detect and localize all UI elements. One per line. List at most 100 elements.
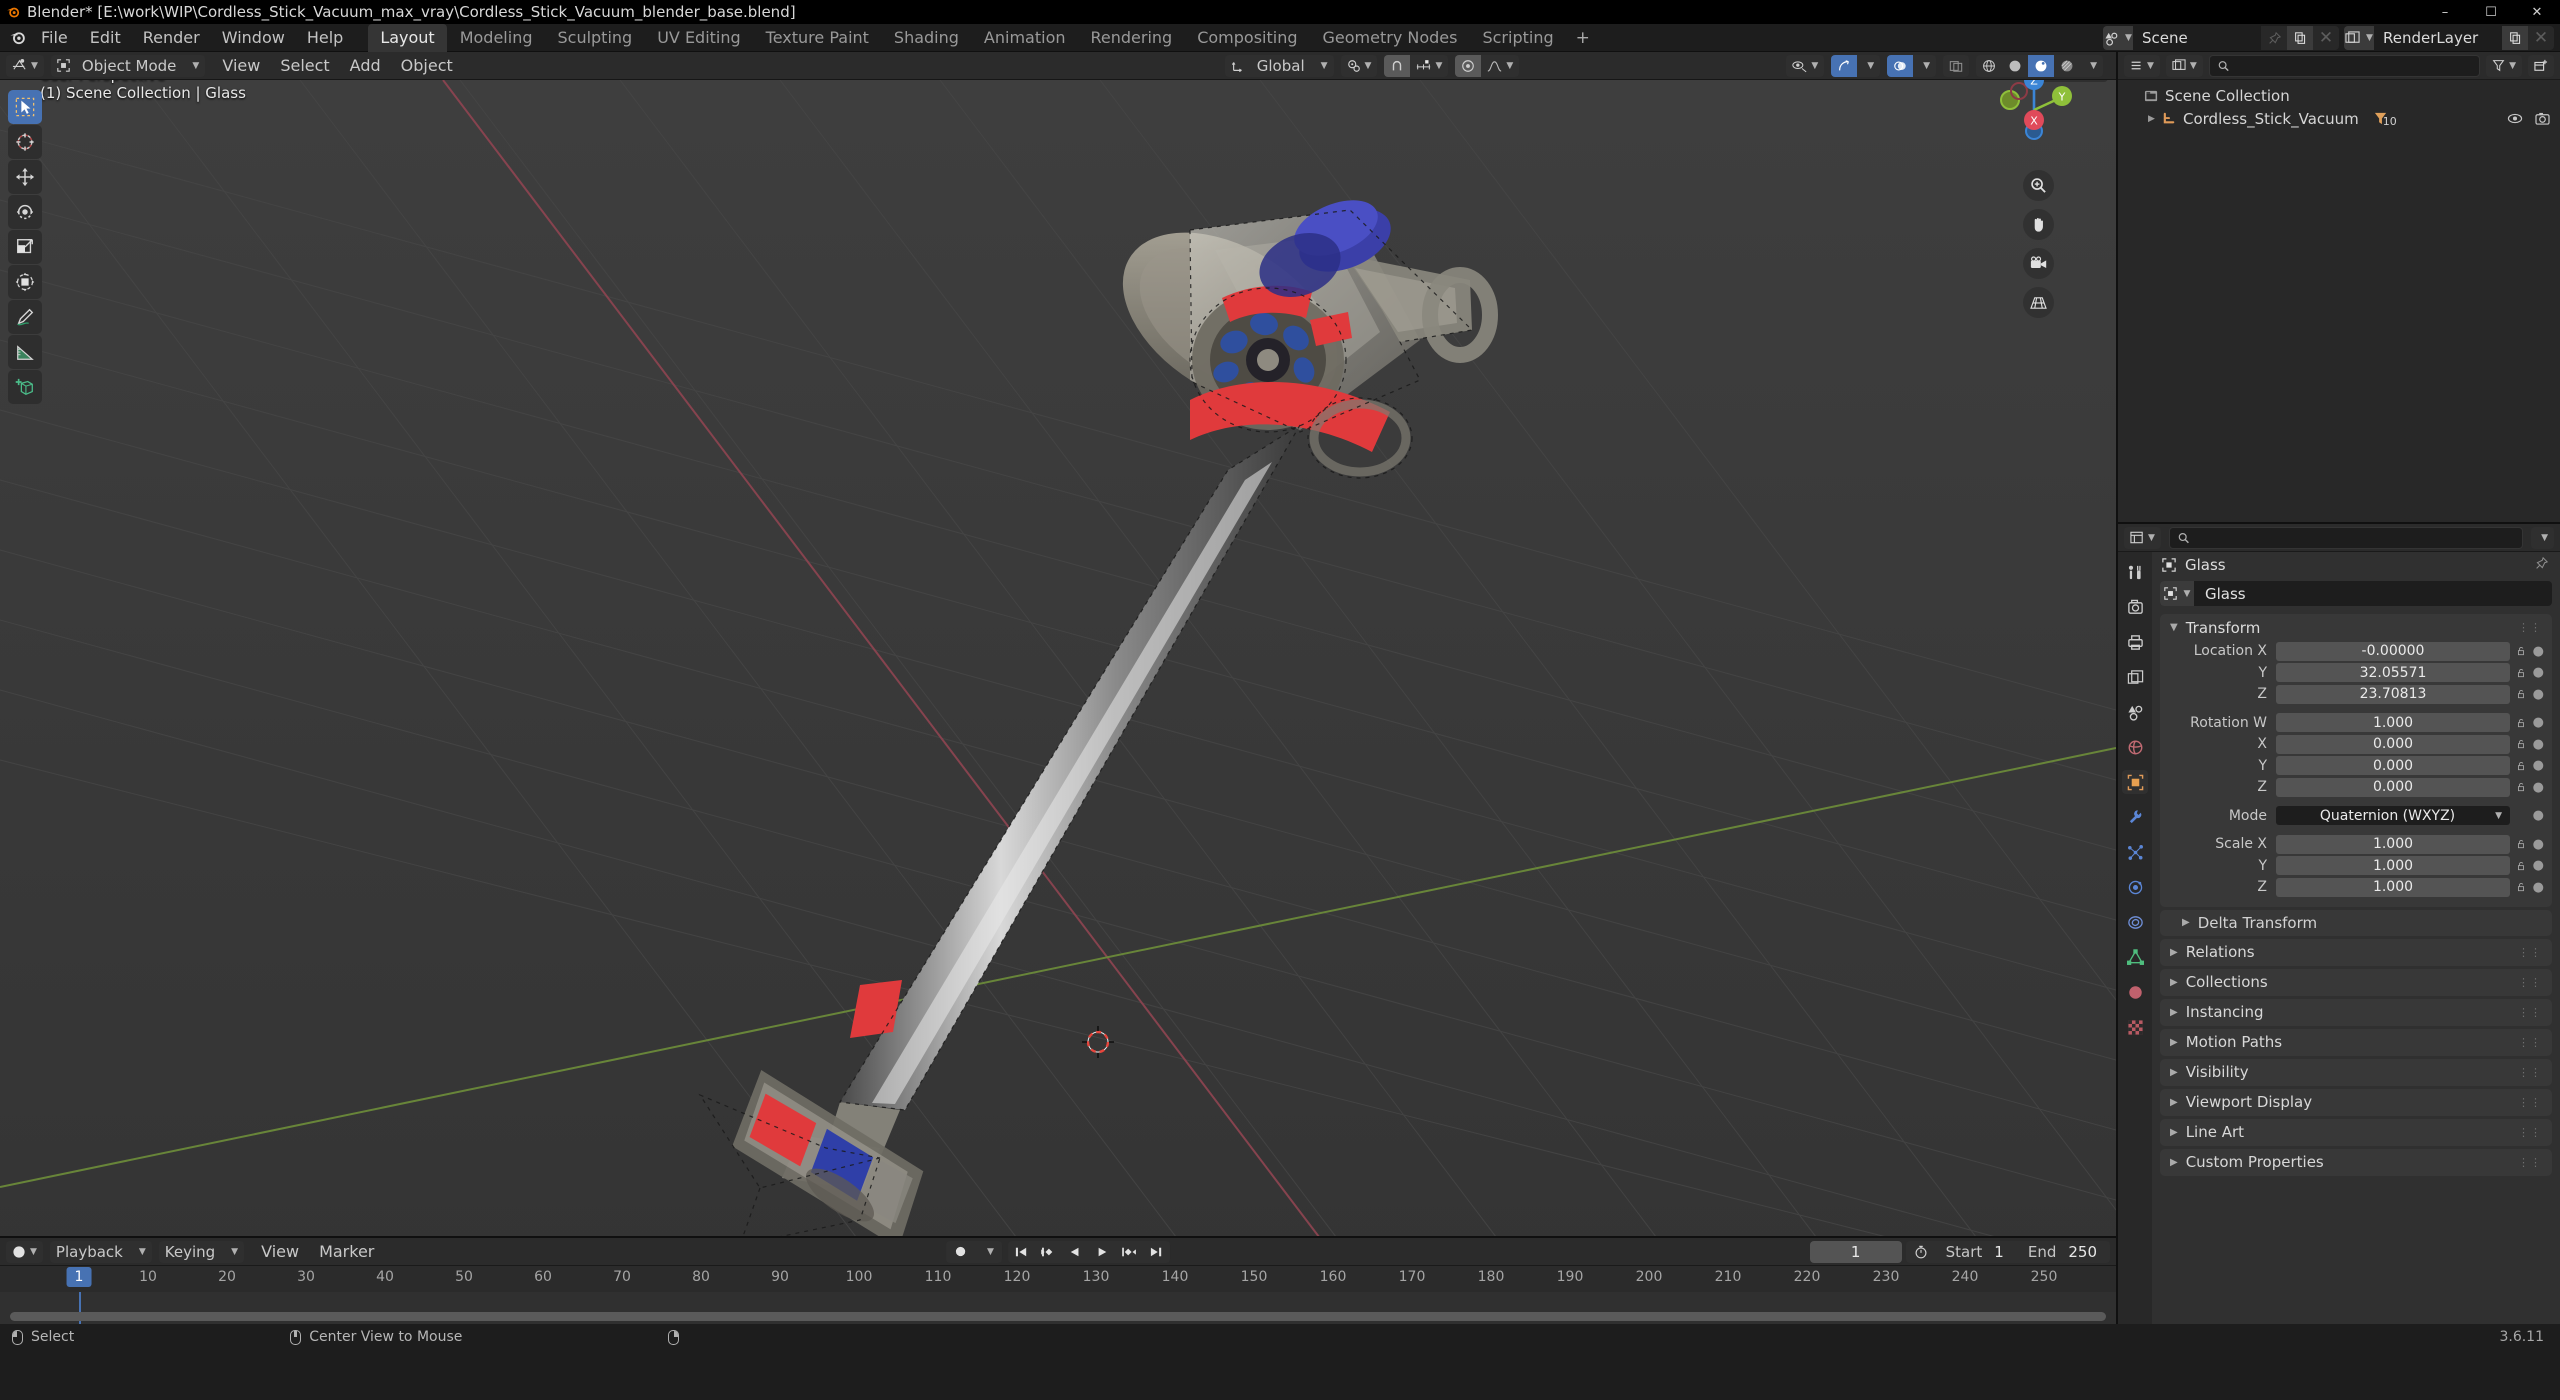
toggle-xray-icon[interactable] [1943,55,1969,77]
transform-orientation-selector[interactable]: Global ▼ [1224,54,1334,77]
animate-property-dot-icon[interactable]: ● [2533,737,2544,752]
object-name-value[interactable]: Glass [2194,585,2246,603]
scale-tool[interactable] [8,230,42,264]
chevron-down-icon[interactable]: ▼ [2170,622,2178,633]
instancing-panel[interactable]: ▶ Instancing ⋮⋮ [2160,998,2552,1026]
pin-scene-icon[interactable] [2261,26,2287,50]
rotation-w-value[interactable]: 1.000 [2276,713,2510,732]
unlock-icon[interactable] [2517,760,2526,772]
unlock-icon[interactable] [2517,738,2526,750]
shading-wireframe-icon[interactable] [1976,55,2002,77]
properties-editor[interactable]: ▼ ▼ Glass ▼ Glass ▼ Transform ⋮⋮ Locatio… [2118,524,2560,1324]
scale-x-value[interactable]: 1.000 [2276,834,2510,854]
viewport-menu-view[interactable]: View [212,53,270,78]
scale-z-row[interactable]: Z 1.000 ● [2168,877,2544,897]
workspace-tab-sculpting[interactable]: Sculpting [545,24,644,52]
workspace-tab-modeling[interactable]: Modeling [448,24,545,52]
remove-scene-button[interactable]: ✕ [2313,26,2339,50]
properties-options-chevron-down-icon[interactable]: ▼ [2531,526,2554,549]
shading-solid-icon[interactable] [2002,55,2028,77]
orientation-chevron-down-icon[interactable]: ▼ [1311,55,1334,77]
proportional-edit-icon[interactable] [1455,54,1482,77]
overlays-group[interactable]: ▼ [1887,54,1937,77]
scale-y-row[interactable]: Y 1.000 ● [2168,856,2544,876]
location-y-row[interactable]: Y 32.05571 ● [2168,663,2544,683]
view-layer-selector[interactable]: ▼ RenderLayer ✕ [2344,26,2554,50]
workspace-tab-texture-paint[interactable]: Texture Paint [754,24,881,52]
move-tool[interactable] [8,160,42,194]
disable-in-renders-icon[interactable] [2535,112,2550,125]
frame-range-group[interactable]: Start 1 End 250 [1905,1240,2110,1263]
minimize-button[interactable]: – [2422,0,2468,24]
close-button[interactable]: ✕ [2514,0,2560,24]
material-tab[interactable] [2122,980,2148,1004]
pivot-icon[interactable]: ▼ [1341,55,1378,77]
view-layer-name[interactable]: RenderLayer [2374,26,2502,50]
blender-menu-icon[interactable] [4,27,30,49]
end-frame-value[interactable]: 250 [2056,1243,2110,1261]
timeline-current-frame-indicator[interactable]: 1 [66,1267,92,1288]
pin-id-icon[interactable] [2535,556,2549,574]
properties-search-box[interactable] [2168,526,2524,549]
snap-magnet-icon[interactable] [1384,54,1411,77]
hide-in-viewport-icon[interactable] [2507,112,2523,125]
zoom-icon[interactable] [2023,170,2054,201]
outliner-editor[interactable]: ▼ ▼ ▼ Scene Collection ▶ Cordless_Stick_… [2118,52,2560,522]
add-workspace-button[interactable]: + [1567,24,1599,52]
auto-keying-chevron-down-icon[interactable]: ▼ [975,1241,1002,1263]
gizmo-group[interactable]: ▼ [1831,54,1881,77]
outliner-filter-group[interactable]: ▼ [2486,54,2522,77]
workspace-tab-animation[interactable]: Animation [972,24,1078,52]
delta-transform-panel[interactable]: ▶ Delta Transform [2160,909,2552,936]
playback-menu[interactable]: Playback ▼ [49,1240,152,1263]
workspace-tab-geometry-nodes[interactable]: Geometry Nodes [1311,24,1470,52]
outliner-search-input[interactable] [2235,57,2472,74]
rotation-mode-row[interactable]: Mode Quaternion (WXYZ) ▼ ● [2168,806,2544,826]
xray-toggle[interactable] [1943,54,1970,77]
falloff-curve-icon[interactable]: ▼ [1481,55,1519,77]
location-x-value[interactable]: -0.00000 [2276,641,2510,661]
viewport-canvas[interactable] [0,80,2116,1237]
gizmo-chevron-down-icon[interactable]: ▼ [1857,55,1880,77]
play-reverse-button[interactable] [1062,1241,1089,1263]
outliner-editor-icon[interactable]: ▼ [2124,55,2160,77]
shading-mode-group[interactable]: ▼ [1976,54,2103,77]
editor-type-icon[interactable]: ▼ [6,55,44,77]
render-tab[interactable] [2122,595,2148,619]
keying-label[interactable]: Keying [159,1241,221,1263]
jump-to-next-keyframe-button[interactable] [1116,1241,1143,1263]
timeline-body[interactable] [0,1292,2116,1324]
menu-edit[interactable]: Edit [79,25,132,50]
chevron-right-icon[interactable]: ▶ [2170,1037,2178,1048]
world-tab[interactable] [2122,735,2148,759]
overlays-chevron-down-icon[interactable]: ▼ [1913,55,1936,77]
unlock-icon[interactable] [2517,688,2526,700]
auto-keying-group[interactable]: ▼ [946,1240,1002,1263]
shading-material-preview-icon[interactable] [2028,54,2055,77]
new-view-layer-button[interactable] [2502,26,2528,50]
mesh-data-badge[interactable]: 10 [2373,111,2397,128]
chevron-right-icon[interactable]: ▶ [2170,1067,2178,1078]
unlock-icon[interactable] [2517,881,2526,893]
transform-tool[interactable] [8,265,42,299]
timeline-horizontal-scrollbar[interactable] [10,1312,2106,1321]
particles-tab[interactable] [2122,840,2148,864]
location-z-value[interactable]: 23.70813 [2276,684,2510,704]
new-collection-button[interactable] [2528,54,2554,77]
properties-content[interactable]: Glass ▼ Glass ▼ Transform ⋮⋮ Location X … [2152,552,2560,1324]
viewport-menu-object[interactable]: Object [391,53,463,78]
chevron-right-icon[interactable]: ▶ [2170,977,2178,988]
rotation-mode-dropdown[interactable]: Quaternion (WXYZ) ▼ [2276,806,2510,825]
animate-property-dot-icon[interactable]: ● [2533,715,2544,730]
timeline-editor-icon[interactable]: ▼ [6,1241,43,1263]
workspace-tab-compositing[interactable]: Compositing [1185,24,1309,52]
timeline-menu-view[interactable]: View [251,1239,309,1264]
location-y-value[interactable]: 32.05571 [2276,663,2510,682]
line-art-panel[interactable]: ▶ Line Art ⋮⋮ [2160,1118,2552,1146]
chevron-right-icon[interactable]: ▶ [2170,947,2178,958]
location-x-row[interactable]: Location X -0.00000 ● [2168,641,2544,661]
scene-name[interactable]: Scene [2133,26,2261,50]
mode-label[interactable]: Object Mode [76,55,183,77]
add-cube-tool[interactable] [8,370,42,404]
play-button[interactable] [1089,1241,1116,1263]
